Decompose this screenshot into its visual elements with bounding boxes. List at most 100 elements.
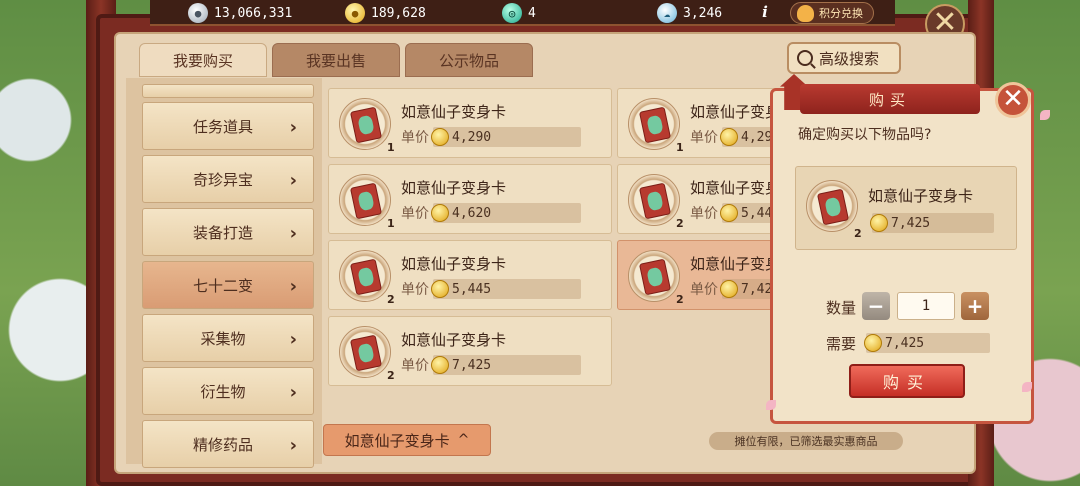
jade-icon: ◎	[502, 3, 522, 23]
blossom-petal	[766, 400, 776, 410]
chevron-right-icon: ›	[289, 382, 297, 403]
item-icon-frame	[628, 98, 680, 150]
category-item-medicine[interactable]: 精修药品 ›	[142, 420, 314, 468]
chevron-right-icon: ›	[289, 276, 297, 297]
chevron-right-icon: ›	[289, 329, 297, 350]
item-quantity: 2	[676, 293, 684, 306]
cost-box: 7,425	[864, 333, 990, 353]
item-name: 如意仙子变身卡	[401, 331, 507, 349]
item-icon-frame	[339, 98, 391, 150]
category-item-gathering[interactable]: 采集物 ›	[142, 314, 314, 362]
price-row: 7,425	[870, 213, 994, 233]
gold-coin-icon	[870, 214, 888, 232]
item-card[interactable]: 2 如意仙子变身卡 单价 5,445	[328, 240, 612, 310]
item-quantity: 2	[387, 293, 395, 306]
quantity-increase-button[interactable]: +	[961, 292, 989, 320]
price-label: 单价	[401, 206, 429, 222]
category-item-treasure[interactable]: 奇珍异宝 ›	[142, 155, 314, 203]
transform-card-icon	[638, 106, 672, 144]
jade-counter[interactable]: ◎ 4	[502, 2, 536, 24]
item-quantity: 2	[676, 217, 684, 230]
item-price: 4,620	[452, 205, 492, 221]
price-row: 单价 5,445	[401, 279, 581, 299]
cloud-coin-icon: ☁	[657, 3, 677, 23]
item-icon-frame	[806, 180, 858, 232]
gold-coin-icon	[720, 128, 738, 146]
category-item-quest[interactable]: 任务道具 ›	[142, 102, 314, 150]
transform-card-icon	[349, 182, 383, 220]
item-card[interactable]: 1 如意仙子变身卡 单价 4,290	[328, 88, 612, 158]
price-box: 4,290	[431, 127, 581, 147]
dialog-item-card: 2 如意仙子变身卡 7,425	[795, 166, 1017, 250]
transform-card-icon	[638, 182, 672, 220]
gold-coin-icon	[431, 356, 449, 374]
price-row: 单价 7,425	[401, 355, 581, 375]
item-quantity: 2	[854, 227, 862, 240]
silver-coin-icon: ●	[188, 3, 208, 23]
silver-value: 13,066,331	[214, 5, 293, 21]
price-row: 单价 4,620	[401, 203, 581, 223]
stall-notice: 摊位有限，已筛选最实惠商品	[709, 432, 903, 450]
tab-sell[interactable]: 我要出售	[272, 43, 400, 77]
dialog-item-price: 7,425	[891, 215, 931, 231]
price-box: 4,620	[431, 203, 581, 223]
search-filter-chip[interactable]: 如意仙子变身卡 ^	[323, 424, 491, 456]
chevron-right-icon: ›	[289, 170, 297, 191]
item-icon-frame	[339, 250, 391, 302]
dialog-title: 购买	[800, 84, 980, 114]
gold-coin-icon: ●	[345, 3, 365, 23]
advanced-search-button[interactable]: 高级搜索	[787, 42, 901, 74]
tab-buy[interactable]: 我要购买	[139, 43, 267, 77]
gold-value: 189,628	[371, 5, 426, 21]
blossom-petal	[1040, 110, 1050, 120]
cloud-counter[interactable]: ☁ 3,246	[657, 2, 722, 24]
silver-counter: ● 13,066,331	[188, 2, 292, 24]
gold-counter[interactable]: ● 189,628	[345, 2, 426, 24]
info-button[interactable]: i	[755, 3, 775, 23]
item-quantity: 2	[387, 369, 395, 382]
advanced-search-label: 高级搜索	[819, 49, 880, 68]
search-icon	[797, 50, 813, 66]
price-box: 7,425	[870, 213, 994, 233]
gold-coin-icon	[431, 204, 449, 222]
price-label: 单价	[690, 282, 718, 298]
quantity-decrease-button[interactable]: −	[862, 292, 890, 320]
transform-card-icon	[638, 258, 672, 296]
points-exchange-button[interactable]: 积分兑换	[790, 2, 874, 24]
cost-value: 7,425	[885, 335, 925, 351]
chevron-up-icon: ^	[457, 432, 470, 448]
item-icon-frame	[628, 174, 680, 226]
gold-coin-icon	[864, 334, 882, 352]
chevron-right-icon: ›	[289, 223, 297, 244]
transform-card-icon	[816, 188, 850, 226]
price-box: 5,445	[431, 279, 581, 299]
quantity-label: 数量	[826, 299, 857, 317]
quantity-input[interactable]	[897, 292, 955, 320]
item-price: 7,425	[452, 357, 492, 373]
chevron-right-icon: ›	[289, 117, 297, 138]
price-label: 单价	[401, 282, 429, 298]
money-bag-icon	[797, 5, 814, 22]
buy-button[interactable]: 购买	[849, 364, 965, 398]
item-card[interactable]: 1 如意仙子变身卡 单价 4,620	[328, 164, 612, 234]
item-icon-frame	[339, 326, 391, 378]
tab-public-items[interactable]: 公示物品	[405, 43, 533, 77]
item-name: 如意仙子变身卡	[401, 103, 507, 121]
category-label: 七十二变	[192, 276, 253, 295]
gold-coin-icon	[720, 204, 738, 222]
dialog-close-button[interactable]: ✕	[995, 82, 1031, 118]
category-item-partial	[142, 84, 314, 98]
category-item-derivatives[interactable]: 衍生物 ›	[142, 367, 314, 415]
price-box: 7,425	[431, 355, 581, 375]
category-item-transform[interactable]: 七十二变 ›	[142, 261, 314, 309]
category-item-equipment[interactable]: 装备打造 ›	[142, 208, 314, 256]
cost-row: 7,425	[864, 333, 990, 353]
gold-coin-icon	[431, 128, 449, 146]
item-card[interactable]: 2 如意仙子变身卡 单价 7,425	[328, 316, 612, 386]
category-label: 精修药品	[192, 435, 253, 454]
category-label: 任务道具	[192, 117, 253, 136]
item-name: 如意仙子变身卡	[401, 255, 507, 273]
item-icon-frame	[628, 250, 680, 302]
transform-card-icon	[349, 106, 383, 144]
category-label: 装备打造	[192, 223, 253, 242]
